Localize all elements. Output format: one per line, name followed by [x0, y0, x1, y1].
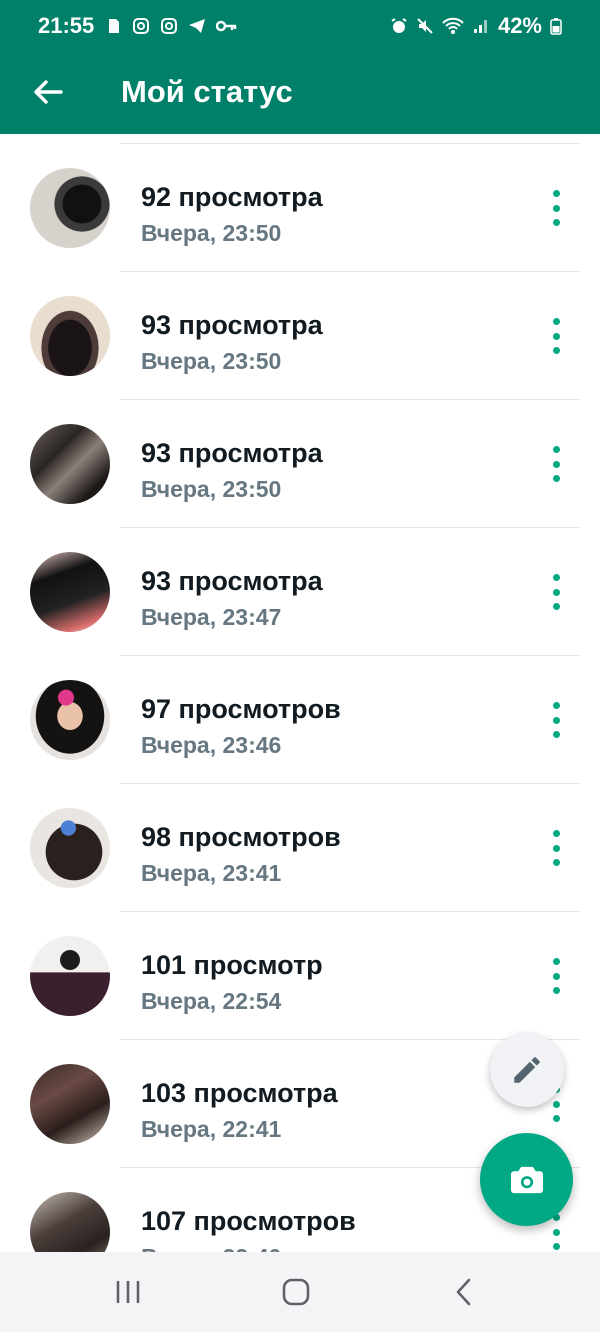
battery-percent: 42% [497, 13, 542, 38]
status-thumbnail[interactable] [30, 552, 110, 632]
status-time: Вчера, 23:47 [141, 604, 282, 630]
toolbar: Мой статус [0, 52, 600, 134]
instagram-icon [133, 18, 150, 34]
status-time: Вчера, 23:41 [141, 860, 282, 886]
page-title: Мой статус [121, 74, 293, 109]
status-time: 21:55 [38, 13, 95, 38]
views-count: 103 просмотра [141, 1078, 338, 1108]
status-row[interactable]: 98 просмотров Вчера, 23:41 [0, 784, 600, 912]
back-nav-button[interactable] [434, 1272, 494, 1312]
status-row[interactable]: 97 просмотров Вчера, 23:46 [0, 656, 600, 784]
back-button[interactable] [26, 70, 70, 114]
edit-status-button[interactable] [490, 1033, 564, 1107]
wifi-icon [442, 17, 464, 34]
more-options-icon[interactable] [544, 190, 568, 226]
status-time: Вчера, 22:40 [141, 1244, 281, 1252]
views-count: 98 просмотров [141, 822, 341, 852]
instagram-icon [161, 18, 178, 34]
system-navigation-bar [0, 1252, 600, 1332]
status-thumbnail[interactable] [30, 296, 110, 376]
views-count: 92 просмотра [141, 182, 323, 212]
more-options-icon[interactable] [544, 446, 568, 482]
battery-icon [550, 18, 562, 35]
status-time: Вчера, 22:54 [141, 988, 282, 1014]
home-button[interactable] [266, 1272, 326, 1312]
status-row[interactable]: 93 просмотра Вчера, 23:47 [0, 528, 600, 656]
status-time: Вчера, 23:50 [141, 476, 282, 502]
status-thumbnail[interactable] [30, 1192, 110, 1252]
status-row[interactable]: 93 просмотра Вчера, 23:50 [0, 272, 600, 400]
signal-icon [473, 20, 487, 33]
more-options-icon[interactable] [544, 702, 568, 738]
more-options-icon[interactable] [544, 958, 568, 994]
status-time: Вчера, 23:50 [141, 220, 282, 246]
views-count: 101 просмотр [141, 950, 323, 980]
status-row[interactable]: 101 просмотр Вчера, 22:54 [0, 912, 600, 1040]
views-count: 93 просмотра [141, 438, 323, 468]
status-thumbnail[interactable] [30, 680, 110, 760]
status-row[interactable]: 93 просмотра Вчера, 23:50 [0, 400, 600, 528]
status-time: Вчера, 23:46 [141, 732, 282, 758]
arrow-left-icon [34, 80, 63, 104]
status-time: Вчера, 23:50 [141, 348, 282, 374]
status-time: Вчера, 22:41 [141, 1116, 282, 1142]
status-thumbnail[interactable] [30, 808, 110, 888]
camera-button[interactable] [480, 1133, 573, 1226]
views-count: 107 просмотров [141, 1206, 356, 1236]
telegram-icon [189, 19, 206, 33]
views-count: 93 просмотра [141, 566, 323, 596]
sd-card-icon [109, 19, 120, 33]
status-thumbnail[interactable] [30, 168, 110, 248]
recent-apps-button[interactable] [98, 1272, 158, 1312]
more-options-icon[interactable] [544, 830, 568, 866]
status-bar: 21:55 42% [0, 0, 600, 52]
status-thumbnail[interactable] [30, 936, 110, 1016]
app-bar: 21:55 42% Мой статус [0, 0, 600, 134]
key-icon [216, 20, 237, 32]
more-options-icon[interactable] [544, 574, 568, 610]
views-count: 93 просмотра [141, 310, 323, 340]
pencil-icon [514, 1057, 540, 1083]
recent-apps-icon [116, 1281, 140, 1303]
status-row[interactable]: 92 просмотра Вчера, 23:50 [0, 144, 600, 272]
status-thumbnail[interactable] [30, 1064, 110, 1144]
home-icon [282, 1278, 310, 1306]
mute-icon [417, 18, 433, 34]
chevron-left-icon [456, 1278, 471, 1306]
more-options-icon[interactable] [544, 318, 568, 354]
alarm-icon [391, 18, 407, 33]
camera-icon [510, 1166, 543, 1193]
status-thumbnail[interactable] [30, 424, 110, 504]
views-count: 97 просмотров [141, 694, 341, 724]
